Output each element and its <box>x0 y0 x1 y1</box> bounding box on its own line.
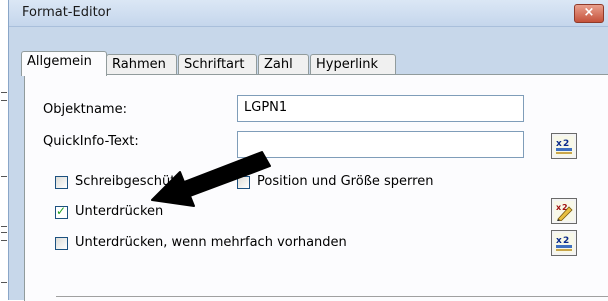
objektname-label: Objektname: <box>43 102 127 117</box>
position-label: Position und Größe sperren <box>257 174 434 189</box>
ruler-tick <box>1 226 7 227</box>
formula-edit-pencil-icon: x 2 <box>554 201 574 221</box>
tab-allgemein[interactable]: Allgemein <box>21 51 107 76</box>
tab-label: Schriftart <box>184 57 245 72</box>
unterdruecken-checkbox[interactable]: ✓ <box>55 204 68 219</box>
checkmark-icon: ✓ <box>56 204 67 218</box>
ruler-tick <box>1 282 7 283</box>
unterdruecken-mehrfach-label: Unterdrücken, wenn mehrfach vorhanden <box>75 235 347 250</box>
svg-text:x: x <box>556 236 562 246</box>
window-title: Format-Editor <box>22 5 111 20</box>
ruler-tick <box>1 176 7 177</box>
svg-text:x: x <box>556 139 562 149</box>
tab-schriftart[interactable]: Schriftart <box>178 54 257 74</box>
formula-x2-icon: x 2 <box>554 136 574 156</box>
objektname-field[interactable]: LGPN1 <box>237 95 524 122</box>
quickinfo-field[interactable] <box>237 131 524 158</box>
close-button[interactable]: × <box>574 4 604 23</box>
unterdruecken-mehrfach-checkbox[interactable] <box>55 237 68 250</box>
schreibgeschuetzt-checkbox[interactable] <box>55 176 68 189</box>
tab-zahl[interactable]: Zahl <box>258 54 309 74</box>
tab-rahmen[interactable]: Rahmen <box>106 54 177 74</box>
svg-text:2: 2 <box>563 139 569 149</box>
unterdruecken-label: Unterdrücken <box>75 204 164 219</box>
ruler-tick <box>1 100 7 101</box>
schreibgeschuetzt-label: Schreibgeschütz <box>75 174 183 189</box>
unterdruecken-mehrfach-formula-button[interactable]: x 2 <box>551 230 577 256</box>
ruler-tick <box>1 240 7 241</box>
ruler-tick <box>1 232 7 233</box>
tab-label: Allgemein <box>27 54 92 69</box>
format-editor-window: Format-Editor × Allgemein Rahmen Schrift… <box>8 0 608 301</box>
quickinfo-formula-button[interactable]: x 2 <box>551 133 577 159</box>
left-ruler-strip <box>0 0 8 300</box>
quickinfo-label: QuickInfo-Text: <box>43 134 139 149</box>
position-checkbox[interactable] <box>237 176 250 189</box>
tab-label: Hyperlink <box>316 57 379 72</box>
tab-label: Rahmen <box>112 57 166 72</box>
tab-label: Zahl <box>264 57 293 72</box>
unterdruecken-formula-button[interactable]: x 2 <box>551 198 577 224</box>
svg-text:2: 2 <box>563 236 569 246</box>
close-icon: × <box>583 5 595 20</box>
tab-hyperlink[interactable]: Hyperlink <box>310 54 396 74</box>
tab-panel-allgemein: Objektname: LGPN1 QuickInfo-Text: x 2 Sc… <box>24 74 608 301</box>
title-bar: Format-Editor × <box>9 0 608 27</box>
divider <box>56 296 608 297</box>
formula-x2-icon: x 2 <box>554 233 574 253</box>
ruler-tick <box>1 92 7 93</box>
